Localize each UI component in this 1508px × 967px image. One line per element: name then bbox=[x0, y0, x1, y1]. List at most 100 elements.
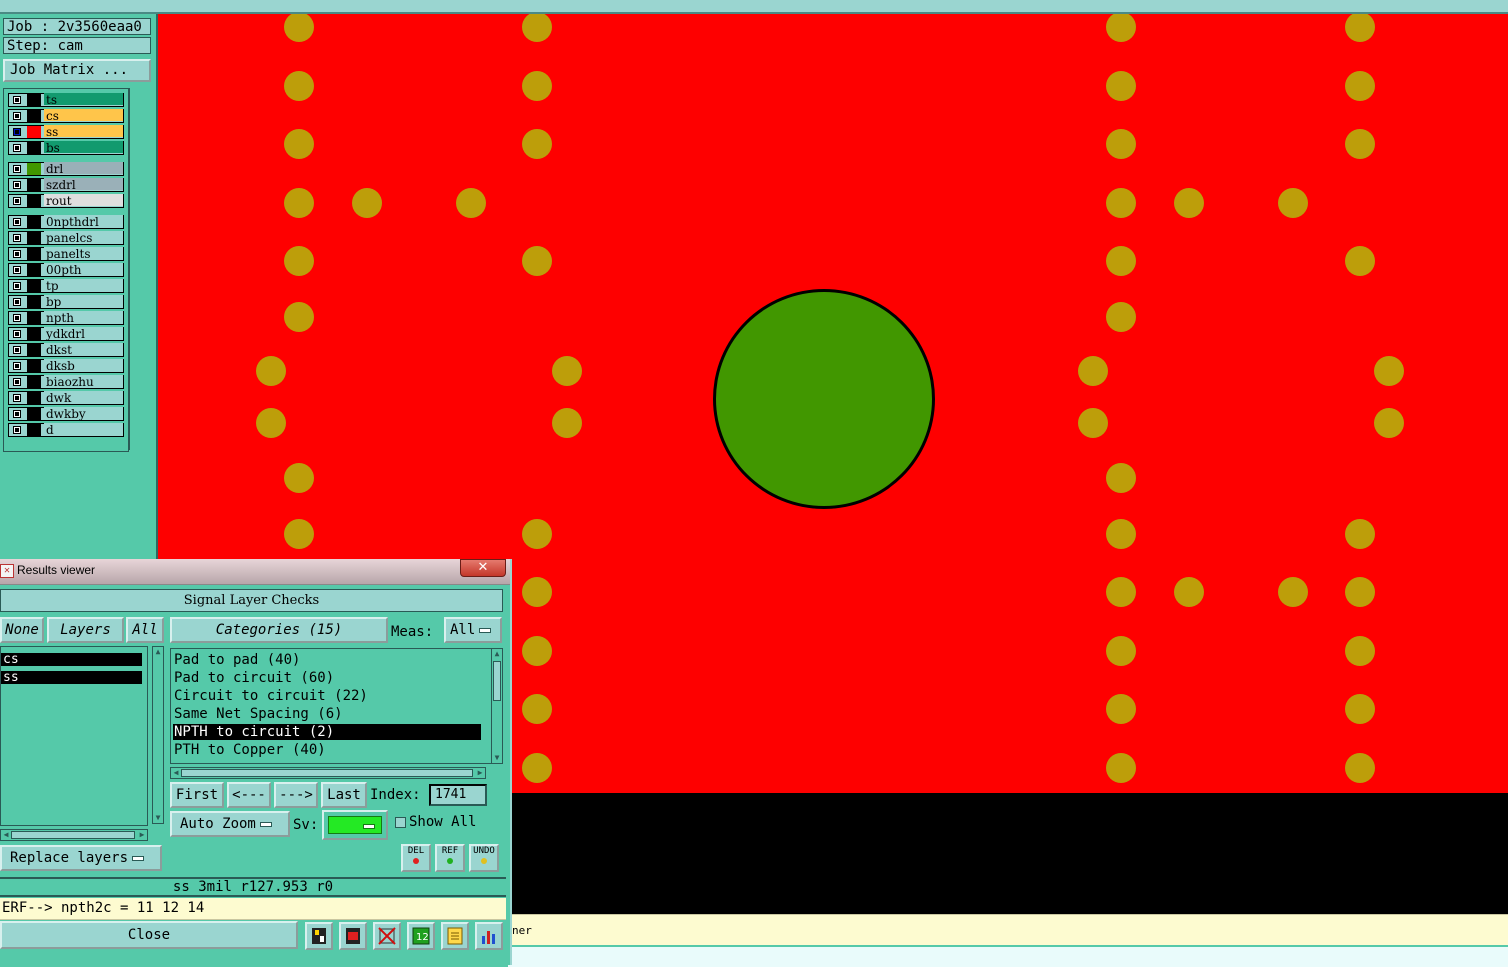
pad[interactable] bbox=[284, 246, 314, 276]
next-button[interactable]: ---> bbox=[274, 782, 318, 808]
layer-row-0npthdrl[interactable]: 0npthdrl bbox=[8, 215, 124, 229]
layer-name[interactable]: biaozhu bbox=[44, 375, 123, 389]
layer-checkbox[interactable] bbox=[13, 266, 21, 274]
layer-row-npth[interactable]: npth bbox=[8, 311, 124, 325]
pad[interactable] bbox=[1106, 14, 1136, 42]
pad[interactable] bbox=[1106, 71, 1136, 101]
pad[interactable] bbox=[1345, 14, 1375, 42]
pad[interactable] bbox=[1106, 129, 1136, 159]
layer-checkbox[interactable] bbox=[13, 96, 21, 104]
show-all-checkbox[interactable] bbox=[395, 817, 406, 828]
all-button[interactable]: All bbox=[126, 617, 164, 643]
layer-row-panelts[interactable]: panelts bbox=[8, 247, 124, 261]
sv-color-dropdown[interactable] bbox=[322, 810, 388, 840]
layer-checkbox[interactable] bbox=[13, 128, 21, 136]
pad[interactable] bbox=[522, 577, 552, 607]
layer-color-swatch[interactable] bbox=[27, 248, 41, 260]
layer-checkbox[interactable] bbox=[13, 234, 21, 242]
category-item[interactable]: Same Net Spacing (6) bbox=[173, 706, 481, 722]
pad[interactable] bbox=[1345, 129, 1375, 159]
pad[interactable] bbox=[1345, 577, 1375, 607]
layer-name[interactable]: bp bbox=[44, 295, 123, 309]
pad[interactable] bbox=[284, 129, 314, 159]
layer-checkbox[interactable] bbox=[13, 330, 21, 338]
category-item[interactable]: NPTH to circuit (2) bbox=[173, 724, 481, 740]
layer-color-swatch[interactable] bbox=[27, 110, 41, 122]
layer-name[interactable]: cs bbox=[44, 109, 123, 123]
layer-row-dwkby[interactable]: dwkby bbox=[8, 407, 124, 421]
scroll-left-icon[interactable]: ◀ bbox=[1, 830, 11, 840]
pad[interactable] bbox=[522, 519, 552, 549]
pad[interactable] bbox=[1078, 356, 1108, 386]
pad[interactable] bbox=[1345, 246, 1375, 276]
color-bar-icon[interactable] bbox=[305, 922, 333, 950]
pad[interactable] bbox=[284, 71, 314, 101]
layers-list[interactable]: cs ss bbox=[0, 646, 148, 826]
pad[interactable] bbox=[1106, 694, 1136, 724]
layer-color-swatch[interactable] bbox=[27, 360, 41, 372]
pad[interactable] bbox=[1106, 246, 1136, 276]
pad[interactable] bbox=[1106, 463, 1136, 493]
cross-out-icon[interactable] bbox=[373, 922, 401, 950]
category-item[interactable]: Circuit to circuit (22) bbox=[173, 688, 481, 704]
layer-row-cs[interactable]: cs bbox=[8, 109, 124, 123]
none-button[interactable]: None bbox=[0, 617, 44, 643]
replace-layers-dropdown[interactable]: Replace layers bbox=[0, 845, 162, 871]
layer-color-swatch[interactable] bbox=[27, 163, 41, 175]
scroll-right-icon[interactable]: ▶ bbox=[137, 830, 147, 840]
scroll-right-icon[interactable]: ▶ bbox=[475, 768, 485, 778]
layer-row-drl[interactable]: drl bbox=[8, 162, 124, 176]
auto-zoom-dropdown[interactable]: Auto Zoom bbox=[170, 811, 290, 837]
pad[interactable] bbox=[1345, 519, 1375, 549]
layer-name[interactable]: tp bbox=[44, 279, 123, 293]
layer-row-biaozhu[interactable]: biaozhu bbox=[8, 375, 124, 389]
undo-button[interactable]: UNDO bbox=[469, 844, 499, 872]
pad[interactable] bbox=[256, 408, 286, 438]
prev-button[interactable]: <--- bbox=[227, 782, 271, 808]
pad[interactable] bbox=[1278, 188, 1308, 218]
pad[interactable] bbox=[552, 356, 582, 386]
layer-row-ydkdrl[interactable]: ydkdrl bbox=[8, 327, 124, 341]
layer-checkbox[interactable] bbox=[13, 394, 21, 402]
layer-color-swatch[interactable] bbox=[27, 312, 41, 324]
layer-name[interactable]: szdrl bbox=[44, 178, 123, 192]
categories-list[interactable]: Pad to pad (40) Pad to circuit (60) Circui… bbox=[170, 648, 492, 764]
layers-vscrollbar[interactable]: ▲ ▼ bbox=[152, 646, 164, 824]
pad[interactable] bbox=[1278, 577, 1308, 607]
job-matrix-button[interactable]: Job Matrix ... bbox=[3, 59, 151, 82]
scroll-thumb[interactable] bbox=[11, 831, 135, 839]
layer-color-swatch[interactable] bbox=[27, 179, 41, 191]
layer-checkbox[interactable] bbox=[13, 144, 21, 152]
pad[interactable] bbox=[522, 753, 552, 783]
layer-color-swatch[interactable] bbox=[27, 232, 41, 244]
layer-checkbox[interactable] bbox=[13, 181, 21, 189]
category-item[interactable]: Pad to pad (40) bbox=[173, 652, 481, 668]
pad[interactable] bbox=[1078, 408, 1108, 438]
layer-checkbox[interactable] bbox=[13, 112, 21, 120]
del-button[interactable]: DEL bbox=[401, 844, 431, 872]
results-viewer-titlebar[interactable]: ✕ Results viewer bbox=[0, 559, 510, 585]
layer-color-swatch[interactable] bbox=[27, 296, 41, 308]
layer-color-swatch[interactable] bbox=[27, 126, 41, 138]
ref-button[interactable]: REF bbox=[435, 844, 465, 872]
layer-row-ss[interactable]: ss bbox=[8, 125, 124, 139]
layer-row-bp[interactable]: bp bbox=[8, 295, 124, 309]
layer-name[interactable]: drl bbox=[44, 162, 123, 176]
layer-name[interactable]: 0npthdrl bbox=[44, 215, 123, 229]
pad[interactable] bbox=[522, 14, 552, 42]
pad[interactable] bbox=[1345, 71, 1375, 101]
layer-checkbox[interactable] bbox=[13, 410, 21, 418]
close-button[interactable]: Close bbox=[0, 921, 298, 949]
index-input[interactable]: 1741 bbox=[429, 784, 487, 806]
numbering-icon[interactable]: 12 bbox=[407, 922, 435, 950]
pad[interactable] bbox=[522, 71, 552, 101]
layer-checkbox[interactable] bbox=[13, 165, 21, 173]
layer-row-d[interactable]: d bbox=[8, 423, 124, 437]
layer-name[interactable]: dwkby bbox=[44, 407, 123, 421]
layer-row-panelcs[interactable]: panelcs bbox=[8, 231, 124, 245]
pad[interactable] bbox=[1106, 302, 1136, 332]
categories-vscrollbar[interactable]: ▲ ▼ bbox=[491, 648, 503, 764]
scroll-up-icon[interactable]: ▲ bbox=[153, 647, 163, 657]
layer-row-ts[interactable]: ts bbox=[8, 93, 124, 107]
report-red-icon[interactable] bbox=[339, 922, 367, 950]
